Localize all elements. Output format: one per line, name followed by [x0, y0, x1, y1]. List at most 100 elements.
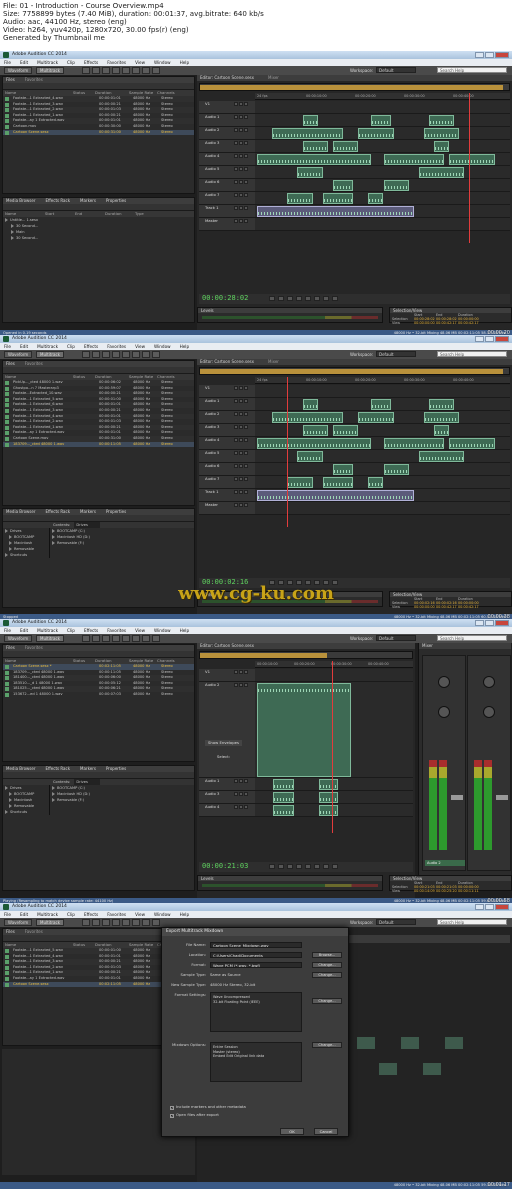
- volume-fader-handle[interactable]: [451, 795, 463, 800]
- selection-start-field[interactable]: 00:00:14:09: [414, 889, 436, 893]
- tab-media-browser[interactable]: Media Browser: [6, 509, 36, 514]
- track-header[interactable]: Audio 3: [199, 424, 255, 436]
- track-header[interactable]: V1: [199, 385, 255, 397]
- mute-button[interactable]: [234, 670, 238, 674]
- cancel-button[interactable]: Cancel: [314, 1128, 338, 1135]
- expand-arrow-icon[interactable]: [9, 535, 12, 539]
- tool-icon[interactable]: [142, 67, 150, 74]
- rewind-button[interactable]: [296, 864, 302, 869]
- record-arm-button[interactable]: [244, 503, 248, 507]
- audio-clip[interactable]: [287, 193, 313, 204]
- tab-files[interactable]: Files: [6, 77, 15, 82]
- track-header[interactable]: V1: [199, 101, 255, 113]
- record-arm-button[interactable]: [244, 128, 248, 132]
- tab-editor[interactable]: Editor: Cartoon Scene.sesx: [200, 75, 254, 80]
- mixdown-change-button[interactable]: Change...: [312, 1042, 342, 1048]
- audio-clip[interactable]: [257, 490, 414, 501]
- menu-file[interactable]: File: [4, 627, 11, 634]
- mute-button[interactable]: [234, 451, 238, 455]
- tab-media-browser[interactable]: Media Browser: [6, 766, 36, 771]
- mute-button[interactable]: [234, 792, 238, 796]
- multitrack-view-button[interactable]: Multitrack: [36, 67, 64, 74]
- timeline-ruler[interactable]: 24 fps 00:00:10:00 00:00:20:00 00:00:30:00 0…: [255, 377, 510, 384]
- maximize-button[interactable]: [485, 52, 494, 58]
- mute-button[interactable]: [234, 425, 238, 429]
- audio-clip[interactable]: [272, 805, 295, 816]
- tool-icon[interactable]: [102, 67, 110, 74]
- selection-end-field[interactable]: 00:00:42:17: [436, 605, 458, 609]
- expand-arrow-icon[interactable]: [9, 798, 12, 802]
- expand-arrow-icon[interactable]: [5, 218, 8, 222]
- audio-clip[interactable]: [332, 464, 354, 475]
- tab-favorites[interactable]: Favorites: [25, 645, 43, 650]
- checkbox-checked-icon[interactable]: ✓: [170, 1114, 174, 1118]
- menu-help[interactable]: Help: [180, 59, 190, 66]
- track-header[interactable]: Master: [199, 502, 255, 514]
- mute-button[interactable]: [234, 399, 238, 403]
- track-lane[interactable]: Audio 4: [199, 153, 510, 166]
- track-header[interactable]: Audio 4: [199, 437, 255, 449]
- audio-clip[interactable]: [332, 425, 359, 436]
- search-help-input[interactable]: Search Help: [437, 919, 507, 925]
- track-lane[interactable]: Audio 2: [199, 127, 510, 140]
- forward-button[interactable]: [305, 296, 311, 301]
- solo-button[interactable]: [239, 128, 243, 132]
- menu-clip[interactable]: Clip: [67, 911, 75, 918]
- tool-icon[interactable]: [122, 351, 130, 358]
- record-arm-button[interactable]: [244, 670, 248, 674]
- format-settings-change-button[interactable]: Change...: [312, 998, 342, 1004]
- track-lane[interactable]: Master: [199, 218, 510, 231]
- minimize-button[interactable]: [475, 620, 484, 626]
- tab-properties[interactable]: Properties: [106, 509, 126, 514]
- drive-item[interactable]: Removable (F:): [50, 797, 194, 803]
- track-header[interactable]: Audio 2 Show Envelopes Select:: [199, 682, 255, 777]
- tab-files[interactable]: Files: [6, 929, 15, 934]
- menu-file[interactable]: File: [4, 59, 11, 66]
- track-header[interactable]: Audio 4: [199, 804, 255, 816]
- track-lane[interactable]: V1: [199, 669, 413, 682]
- file-row[interactable]: 153672...ed 1 48000 1.wav 00:00:07:03 4800…: [3, 692, 194, 698]
- menu-edit[interactable]: Edit: [20, 911, 28, 918]
- waveform-view-button[interactable]: Waveform: [4, 67, 33, 74]
- track-lane[interactable]: Audio 2 Show Envelopes Select:: [199, 682, 413, 778]
- tool-icon[interactable]: [142, 635, 150, 642]
- record-arm-button[interactable]: [244, 792, 248, 796]
- tab-effects-rack[interactable]: Effects Rack: [46, 509, 71, 514]
- close-icon[interactable]: [339, 929, 345, 935]
- drive-item[interactable]: Removable (F:): [50, 540, 194, 546]
- tool-icon[interactable]: [132, 351, 140, 358]
- track-header[interactable]: Audio 7: [199, 476, 255, 488]
- record-arm-button[interactable]: [244, 464, 248, 468]
- close-window-button[interactable]: [495, 904, 509, 910]
- solo-button[interactable]: [239, 141, 243, 145]
- stop-button[interactable]: [269, 296, 275, 301]
- menu-view[interactable]: View: [135, 627, 145, 634]
- record-arm-button[interactable]: [244, 805, 248, 809]
- audio-clip[interactable]: [418, 451, 465, 462]
- marker-column[interactable]: Start: [43, 211, 73, 217]
- menu-favorites[interactable]: Favorites: [107, 911, 126, 918]
- tab-markers[interactable]: Markers: [80, 509, 96, 514]
- track-header[interactable]: V1: [199, 669, 255, 681]
- track-lane[interactable]: Audio 2: [199, 411, 510, 424]
- track-lane[interactable]: Master: [199, 502, 510, 515]
- record-arm-button[interactable]: [244, 425, 248, 429]
- mixer-tab[interactable]: Mixer: [419, 643, 511, 649]
- open-after-export-checkbox[interactable]: ✓ Open files after export: [170, 1112, 219, 1118]
- overview-visible-range[interactable]: [200, 653, 328, 658]
- tool-icon[interactable]: [102, 635, 110, 642]
- mute-button[interactable]: [234, 219, 238, 223]
- solo-button[interactable]: [239, 670, 243, 674]
- mute-button[interactable]: [234, 503, 238, 507]
- stop-button[interactable]: [269, 864, 275, 869]
- track-header[interactable]: Audio 5: [199, 450, 255, 462]
- sample-type-change-button[interactable]: Change...: [312, 972, 342, 978]
- rewind-button[interactable]: [296, 296, 302, 301]
- selection-start-field[interactable]: 00:00:00:00: [414, 605, 436, 609]
- expand-arrow-icon[interactable]: [5, 529, 8, 533]
- solo-button[interactable]: [239, 167, 243, 171]
- selection-duration-field[interactable]: 00:00:11:11: [458, 889, 480, 893]
- tab-files[interactable]: Files: [6, 645, 15, 650]
- audio-clip[interactable]: [332, 141, 359, 152]
- tab-editor[interactable]: Editor: Cartoon Scene.sesx: [200, 643, 254, 648]
